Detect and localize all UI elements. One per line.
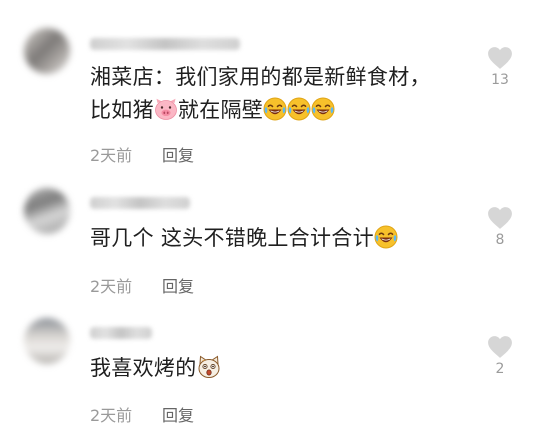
comment-time: 2天前 <box>90 277 133 296</box>
comment-meta: 2天前 回复 <box>90 402 194 426</box>
comment-text-line: 比如猪 <box>90 98 154 122</box>
heart-icon[interactable] <box>487 335 513 359</box>
reply-button[interactable]: 回复 <box>162 406 194 425</box>
rolling-laughing-icon <box>287 97 311 121</box>
comment-time: 2天前 <box>90 406 133 425</box>
avatar[interactable] <box>24 188 70 234</box>
rolling-laughing-icon <box>374 225 398 249</box>
comment-meta: 2天前 回复 <box>90 142 194 166</box>
like-button[interactable]: 13 <box>478 46 522 88</box>
rolling-laughing-icon <box>263 97 287 121</box>
heart-icon[interactable] <box>487 46 513 70</box>
heart-icon[interactable] <box>487 206 513 230</box>
comment-text: 湘菜店：我们家用的都是新鲜食材， 比如猪 就在隔壁 <box>90 61 431 127</box>
comment-meta: 2天前 回复 <box>90 273 194 297</box>
like-button[interactable]: 2 <box>478 335 522 377</box>
reply-button[interactable]: 回复 <box>162 277 194 296</box>
comment-time: 2天前 <box>90 146 133 165</box>
username-blurred[interactable] <box>90 38 240 50</box>
shocked-cat-icon <box>197 355 221 379</box>
like-count: 2 <box>495 361 505 377</box>
comment-text-line: 就在隔壁 <box>177 98 264 122</box>
rolling-laughing-icon <box>311 97 335 121</box>
comment-text: 我喜欢烤的 <box>90 352 221 385</box>
username-blurred[interactable] <box>90 197 190 209</box>
comment-text-line: 哥几个 这头不错晚上合计合计 <box>90 226 374 250</box>
comment-text-line: 湘菜店：我们家用的都是新鲜食材， <box>90 65 431 89</box>
comment-text: 哥几个 这头不错晚上合计合计 <box>90 222 398 255</box>
avatar[interactable] <box>24 318 70 364</box>
like-button[interactable]: 8 <box>478 206 522 248</box>
like-count: 8 <box>495 232 505 248</box>
like-count: 13 <box>491 72 509 88</box>
pig-face-icon <box>154 97 178 121</box>
reply-button[interactable]: 回复 <box>162 146 194 165</box>
username-blurred[interactable] <box>90 327 152 339</box>
comment-text-line: 我喜欢烤的 <box>90 356 197 380</box>
avatar[interactable] <box>24 28 70 74</box>
